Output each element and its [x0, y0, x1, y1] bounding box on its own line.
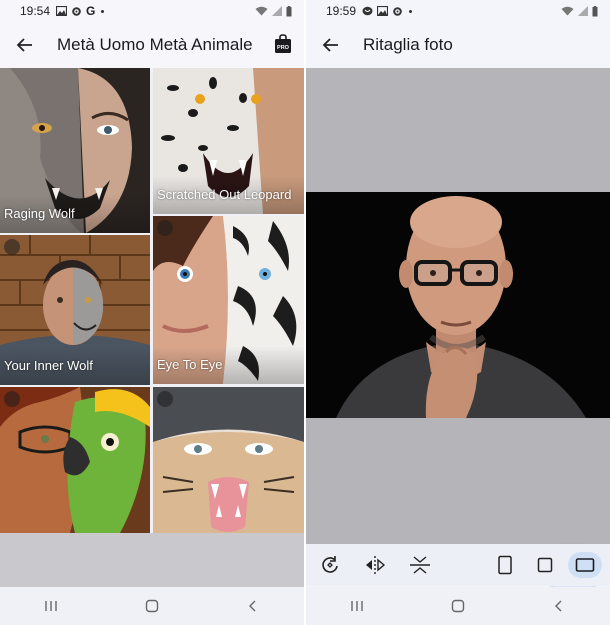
crop-toolbar: [306, 544, 610, 586]
signal-icon: [272, 6, 282, 16]
aspect-square-button[interactable]: [532, 552, 558, 578]
page-title: Metà Uomo Metà Animale: [57, 35, 253, 54]
battery-icon: [286, 5, 292, 16]
left-screen: 19:54 G Metà Uomo Metà Animale PRO Ragin…: [0, 0, 304, 625]
google-icon: G: [86, 4, 96, 18]
tile-label: Eye To Eye: [157, 357, 223, 372]
wifi-icon: [561, 6, 574, 16]
battery-icon: [592, 5, 598, 16]
effect-tile-parrot[interactable]: [0, 387, 150, 533]
status-time: 19:59: [326, 4, 357, 18]
pro-shop-icon[interactable]: PRO: [274, 34, 292, 54]
settings-icon: [393, 6, 402, 16]
back-arrow-icon[interactable]: [320, 34, 342, 56]
man-portrait-photo: [306, 192, 610, 418]
flip-vertical-icon: [410, 556, 430, 574]
aspect-landscape-button[interactable]: [568, 552, 602, 578]
wifi-icon: [255, 6, 268, 16]
gallery-icon: [56, 6, 68, 16]
effect-tile-raging-wolf[interactable]: Raging Wolf: [0, 68, 150, 233]
parrot-thumbnail: [0, 387, 150, 533]
photo-to-crop[interactable]: [306, 192, 610, 418]
aspect-landscape-icon: [575, 558, 595, 572]
premium-badge-icon: [4, 239, 20, 255]
messaging-icon: [362, 6, 373, 16]
rotate-icon: [322, 556, 338, 573]
rotate-button[interactable]: [317, 552, 343, 578]
tile-label: Your Inner Wolf: [4, 358, 93, 373]
notification-dot-icon: [101, 9, 105, 13]
premium-badge-icon: [4, 391, 20, 407]
right-screen: 19:59 Ritaglia foto: [306, 0, 610, 625]
grid-bottom-space: [0, 533, 304, 587]
recent-apps-icon[interactable]: [350, 599, 364, 613]
app-bar: Metà Uomo Metà Animale PRO: [0, 24, 304, 66]
premium-badge-icon: [157, 391, 173, 407]
notification-dot-icon: [409, 9, 413, 13]
screenshot-stage: 19:54 G Metà Uomo Metà Animale PRO Ragin…: [0, 0, 610, 625]
aspect-portrait-button[interactable]: [492, 552, 518, 578]
cat-thumbnail: [153, 387, 304, 533]
tile-label: Raging Wolf: [4, 206, 75, 221]
flip-vertical-button[interactable]: [407, 552, 433, 578]
aspect-square-icon: [537, 557, 553, 573]
flip-horizontal-icon: [366, 556, 386, 574]
svg-text:PRO: PRO: [277, 45, 290, 51]
effect-tile-your-inner-wolf[interactable]: Your Inner Wolf: [0, 235, 150, 385]
effect-tile-cat[interactable]: [153, 387, 304, 533]
home-icon[interactable]: [451, 599, 465, 613]
settings-icon: [72, 6, 81, 16]
system-back-icon[interactable]: [552, 599, 566, 613]
recent-apps-icon[interactable]: [44, 599, 58, 613]
status-time: 19:54: [20, 4, 51, 18]
aspect-portrait-icon: [498, 555, 512, 575]
flip-horizontal-button[interactable]: [362, 552, 388, 578]
status-bar: 19:54 G: [0, 0, 304, 22]
effects-grid: Raging Wolf Scratched Out Leopard Your I…: [0, 68, 304, 533]
crop-canvas[interactable]: [306, 68, 610, 591]
app-bar: Ritaglia foto: [306, 24, 610, 66]
status-bar: 19:59: [306, 0, 610, 22]
system-back-icon[interactable]: [246, 599, 260, 613]
page-title: Ritaglia foto: [363, 35, 453, 54]
tile-label: Scratched Out Leopard: [157, 187, 292, 202]
effect-tile-eye-to-eye[interactable]: Eye To Eye: [153, 216, 304, 384]
system-navigation-bar: [306, 587, 610, 625]
effect-tile-scratched-out-leopard[interactable]: Scratched Out Leopard: [153, 68, 304, 214]
back-arrow-icon[interactable]: [14, 34, 36, 56]
premium-badge-icon: [157, 220, 173, 236]
signal-icon: [578, 6, 588, 16]
system-navigation-bar: [0, 587, 304, 625]
gallery-icon: [377, 6, 389, 16]
home-icon[interactable]: [145, 599, 159, 613]
